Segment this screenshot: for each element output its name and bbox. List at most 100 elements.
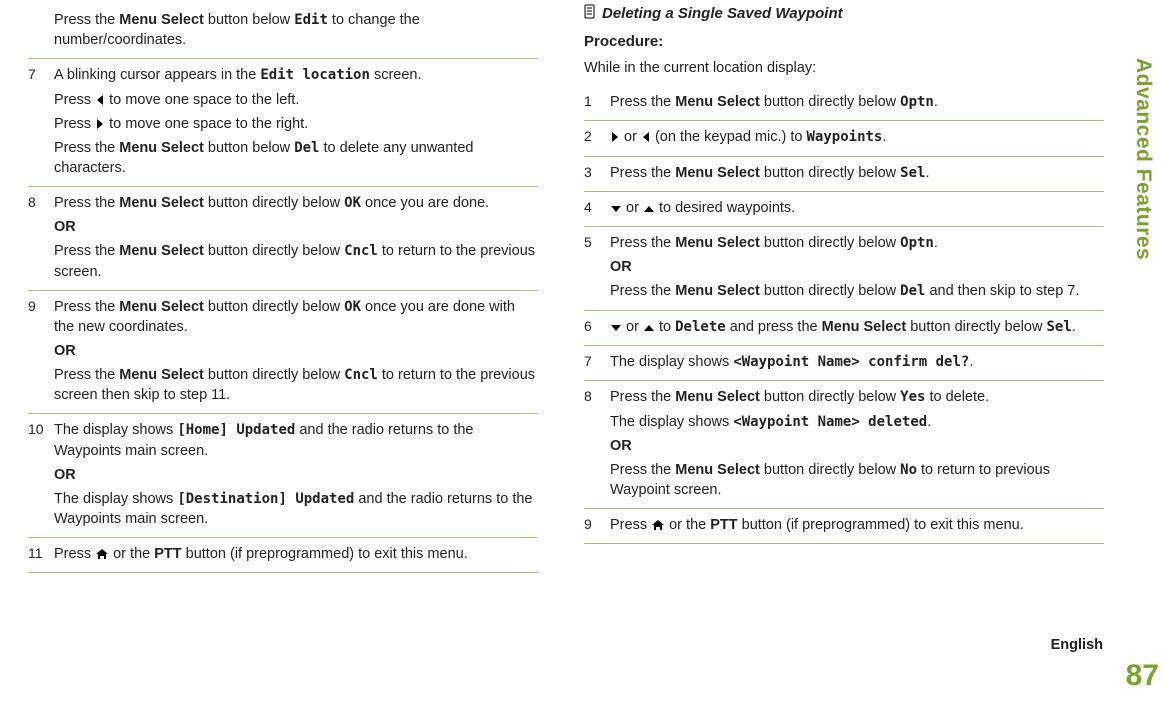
text: to desired waypoints. (655, 200, 795, 216)
text: screen. (370, 67, 422, 83)
procedure-doc-icon (584, 4, 596, 23)
text: to delete. (925, 389, 989, 405)
down-arrow-icon (610, 323, 622, 333)
text: (on the keypad mic.) to (651, 129, 807, 145)
step-8: 8 Press the Menu Select button directly … (28, 187, 538, 291)
text: or the (665, 517, 710, 533)
text: button directly below (760, 462, 900, 478)
text: button directly below (760, 235, 900, 251)
sidebar-section-label: Advanced Features (1131, 58, 1155, 260)
step-number: 8 (28, 193, 54, 282)
mono-cncl: Cncl (344, 243, 378, 259)
text: The display shows (54, 491, 177, 507)
step-body: or to desired waypoints. (610, 198, 1104, 218)
text: once you are done. (361, 195, 489, 211)
up-arrow-icon (643, 204, 655, 214)
or-label: OR (610, 259, 632, 275)
bold-menu-select: Menu Select (119, 243, 204, 259)
language-label: English (1051, 637, 1103, 653)
bold-menu-select: Menu Select (822, 319, 907, 335)
mono-optn: Optn (900, 94, 934, 110)
bold-menu-select: Menu Select (119, 195, 204, 211)
text: Press (54, 546, 95, 562)
step-body: Press the Menu Select button directly be… (610, 387, 1104, 500)
page-number: 87 (1126, 659, 1159, 693)
page: Press the Menu Select button below Edit … (0, 0, 1163, 701)
text: Press the (610, 235, 675, 251)
step-7: 7 A blinking cursor appears in the Edit … (28, 59, 538, 187)
mono-deleted: <Waypoint Name> deleted (733, 414, 927, 430)
text: Press the (54, 195, 119, 211)
text: to (655, 319, 675, 335)
right-arrow-icon (610, 131, 620, 143)
mono-edit-location: Edit location (260, 67, 370, 83)
left-arrow-icon (95, 94, 105, 106)
r-step-4: 4 or to desired waypoints. (584, 192, 1104, 227)
r-step-7: 7 The display shows <Waypoint Name> conf… (584, 346, 1104, 381)
text: button directly below (760, 389, 900, 405)
text: Press the (54, 12, 119, 28)
text: Press (54, 92, 95, 108)
step-number: 1 (584, 92, 610, 112)
text: . (882, 129, 886, 145)
left-arrow-icon (641, 131, 651, 143)
step-11: 11 Press or the PTT button (if preprogra… (28, 538, 538, 573)
text: and press the (726, 319, 822, 335)
text: Press the (54, 140, 119, 156)
r-step-2: 2 or (on the keypad mic.) to Waypoints. (584, 121, 1104, 156)
or-label: OR (54, 343, 76, 359)
mono-destination-updated: [Destination] Updated (177, 491, 354, 507)
step-9: 9 Press the Menu Select button directly … (28, 291, 538, 415)
step-10: 10 The display shows [Home] Updated and … (28, 414, 538, 538)
mono-del: Del (900, 283, 925, 299)
subheading: Deleting a Single Saved Waypoint (584, 4, 1104, 31)
step-body: The display shows <Waypoint Name> confir… (610, 352, 1104, 372)
step-number: 7 (584, 352, 610, 372)
bold-ptt: PTT (154, 546, 181, 562)
text: Press the (610, 462, 675, 478)
text: or the (109, 546, 154, 562)
text: or (622, 200, 643, 216)
step-body: The display shows [Home] Updated and the… (54, 420, 538, 529)
bold-menu-select: Menu Select (675, 235, 760, 251)
step-body: Press or the PTT button (if preprogramme… (54, 544, 538, 564)
step-number: 9 (28, 297, 54, 406)
r-step-5: 5 Press the Menu Select button directly … (584, 227, 1104, 311)
step-number: 2 (584, 127, 610, 147)
step-body: or (on the keypad mic.) to Waypoints. (610, 127, 1104, 147)
bold-menu-select: Menu Select (119, 299, 204, 315)
mono-delete: Delete (675, 319, 726, 335)
step-body: A blinking cursor appears in the Edit lo… (54, 65, 538, 178)
bold-menu-select: Menu Select (675, 94, 760, 110)
bold-ptt: PTT (710, 517, 737, 533)
or-label: OR (610, 438, 632, 454)
text: The display shows (610, 414, 733, 430)
mono-confirm-del: <Waypoint Name> confirm del? (733, 354, 969, 370)
text: . (934, 94, 938, 110)
text: Press the (610, 94, 675, 110)
step-number: 9 (584, 515, 610, 535)
text: Press the (610, 389, 675, 405)
bold-menu-select: Menu Select (675, 462, 760, 478)
mono-edit: Edit (294, 12, 328, 28)
r-step-6: 6 or to Delete and press the Menu Select… (584, 311, 1104, 346)
r-step-1: 1 Press the Menu Select button directly … (584, 86, 1104, 121)
step-number (28, 10, 54, 50)
mono-no: No (900, 462, 917, 478)
right-arrow-icon (95, 118, 105, 130)
text: Press the (54, 367, 119, 383)
text: Press the (610, 165, 675, 181)
mono-waypoints: Waypoints (807, 129, 883, 145)
step-number: 4 (584, 198, 610, 218)
mono-cncl: Cncl (344, 367, 378, 383)
text: and then skip to step 7. (925, 283, 1079, 299)
step-body: Press or the PTT button (if preprogramme… (610, 515, 1104, 535)
step-number: 3 (584, 163, 610, 183)
mono-sel: Sel (900, 165, 925, 181)
text: . (934, 235, 938, 251)
text: Press the (54, 243, 119, 259)
text: The display shows (54, 422, 177, 438)
two-columns: Press the Menu Select button below Edit … (28, 0, 1163, 573)
text: button (if preprogrammed) to exit this m… (738, 517, 1024, 533)
r-step-9: 9 Press or the PTT button (if preprogram… (584, 509, 1104, 544)
